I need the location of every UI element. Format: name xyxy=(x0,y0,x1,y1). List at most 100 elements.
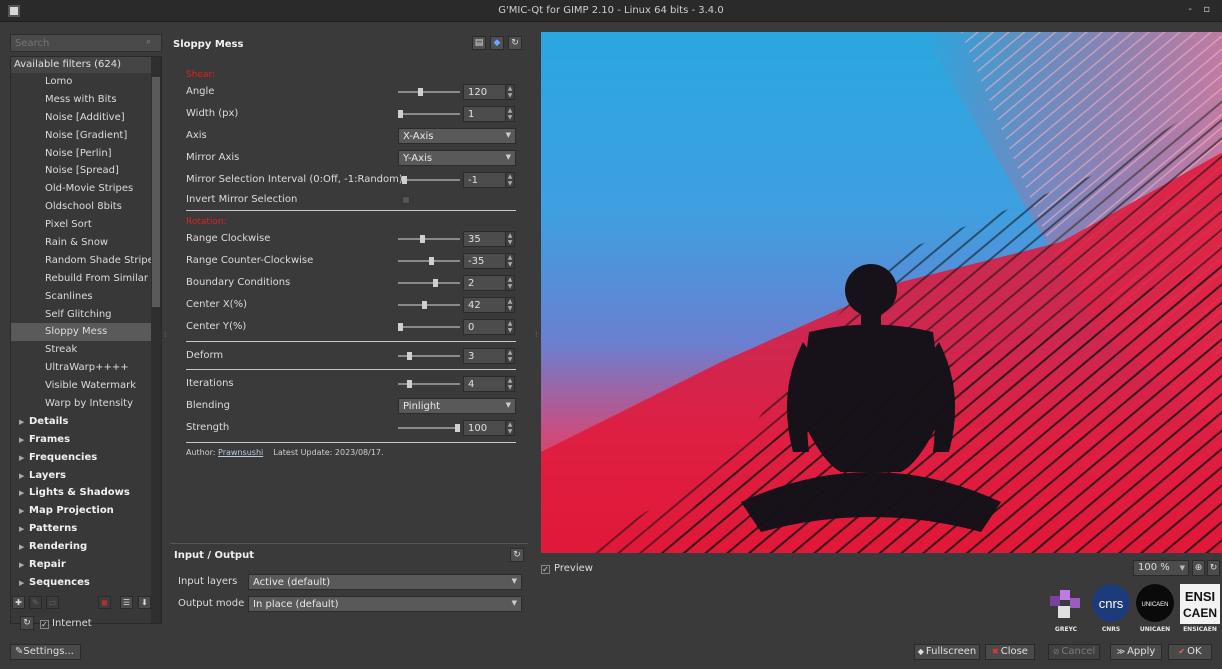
iterations-slider[interactable] xyxy=(398,380,460,388)
center-x-spinbox[interactable]: 42 ▲ ▼ xyxy=(463,297,515,313)
preview-checkbox[interactable]: ✓ xyxy=(541,565,550,574)
spin-value[interactable]: 120 xyxy=(468,87,487,98)
tree-item[interactable]: Lomo xyxy=(11,73,151,91)
chevron-right-icon[interactable]: ▶ xyxy=(19,575,29,593)
slider-knob[interactable] xyxy=(402,176,407,184)
spin-arrows[interactable]: ▲ ▼ xyxy=(505,85,514,99)
reset-icon[interactable]: ↻ xyxy=(508,36,522,50)
tree-category[interactable]: ▶ Frequencies xyxy=(11,449,161,467)
spin-value[interactable]: -1 xyxy=(468,175,478,186)
deform-slider[interactable] xyxy=(398,352,460,360)
iterations-spinbox[interactable]: 4 ▲ ▼ xyxy=(463,376,515,392)
invert-mirror-checkbox[interactable] xyxy=(402,196,410,204)
tree-category[interactable]: ▶ Lights & Shadows xyxy=(11,484,161,502)
tree-category[interactable]: ▶ Details xyxy=(11,413,161,431)
left-splitter[interactable]: ⁞ xyxy=(164,330,167,339)
tree-item[interactable]: Random Shade Stripes xyxy=(11,252,151,270)
tree-item[interactable]: Warp by Intensity xyxy=(11,395,151,413)
tree-item[interactable]: Scanlines xyxy=(11,288,151,306)
scrollbar-thumb[interactable] xyxy=(152,77,160,307)
internet-toggle[interactable]: ✓ Internet xyxy=(40,618,92,629)
slider-knob[interactable] xyxy=(398,110,403,118)
tree-category[interactable]: ▶ Repair xyxy=(11,556,161,574)
spin-value[interactable]: 4 xyxy=(468,379,474,390)
tree-item[interactable]: Noise [Gradient] xyxy=(11,127,151,145)
expand-collapse-icon[interactable]: ☰ xyxy=(120,596,133,609)
tree-item[interactable]: Visible Watermark xyxy=(11,377,151,395)
tree-item[interactable]: Noise [Spread] xyxy=(11,162,151,180)
zoom-dropdown[interactable]: 100 % ▼ xyxy=(1133,560,1189,576)
chevron-right-icon[interactable]: ▶ xyxy=(19,503,29,521)
right-splitter[interactable]: ⁞ xyxy=(535,330,538,339)
spin-value[interactable]: -35 xyxy=(468,256,484,267)
close-button[interactable]: ✖ Close xyxy=(985,644,1035,660)
tree-item[interactable]: Rebuild From Similar B xyxy=(11,270,151,288)
tree-item[interactable]: Sloppy Mess xyxy=(11,323,151,342)
slider-knob[interactable] xyxy=(455,424,460,432)
spin-value[interactable]: 42 xyxy=(468,300,481,311)
ok-button[interactable]: ✔ OK xyxy=(1168,644,1212,660)
rename-fave-icon[interactable]: ▭ xyxy=(46,596,59,609)
tree-category[interactable]: ▶ Patterns xyxy=(11,520,161,538)
slider-knob[interactable] xyxy=(398,323,403,331)
spin-arrows[interactable]: ▲ ▼ xyxy=(505,107,514,121)
tree-item[interactable]: Rain & Snow xyxy=(11,234,151,252)
spin-value[interactable]: 2 xyxy=(468,278,474,289)
width-slider[interactable] xyxy=(398,110,460,118)
tree-category[interactable]: ▶ Rendering xyxy=(11,538,161,556)
mirror-axis-dropdown[interactable]: Y-Axis ▼ xyxy=(398,150,516,166)
deform-spinbox[interactable]: 3 ▲ ▼ xyxy=(463,348,515,364)
tree-item[interactable]: Mess with Bits xyxy=(11,91,151,109)
search-icon[interactable]: ⌕ xyxy=(146,37,158,49)
remove-fave-icon[interactable]: ✎ xyxy=(29,596,42,609)
range-cw-spinbox[interactable]: 35 ▲ ▼ xyxy=(463,231,515,247)
spin-arrows[interactable]: ▲ ▼ xyxy=(505,320,514,334)
boundary-slider[interactable] xyxy=(398,279,460,287)
tree-item[interactable]: UltraWarp++++ xyxy=(11,359,151,377)
slider-knob[interactable] xyxy=(433,279,438,287)
chevron-right-icon[interactable]: ▶ xyxy=(19,450,29,468)
spin-value[interactable]: 3 xyxy=(468,351,474,362)
tree-item[interactable]: Self Glitching xyxy=(11,306,151,324)
apply-button[interactable]: ≫ Apply xyxy=(1110,644,1162,660)
copy-command-icon[interactable]: ▤ xyxy=(472,36,486,50)
spin-value[interactable]: 1 xyxy=(468,109,474,120)
zoom-in-icon[interactable]: ⊕ xyxy=(1192,560,1205,576)
tree-item[interactable]: Old-Movie Stripes xyxy=(11,180,151,198)
input-layers-dropdown[interactable]: Active (default) ▼ xyxy=(248,574,522,590)
spin-arrows[interactable]: ▲ ▼ xyxy=(505,276,514,290)
window-controls[interactable]: - ▫ xyxy=(1188,4,1214,15)
io-reset-icon[interactable]: ↻ xyxy=(510,548,524,562)
chevron-right-icon[interactable]: ▶ xyxy=(19,485,29,503)
chevron-right-icon[interactable]: ▶ xyxy=(19,539,29,557)
center-y-spinbox[interactable]: 0 ▲ ▼ xyxy=(463,319,515,335)
add-fave-icon[interactable]: ✚ xyxy=(12,596,25,609)
internet-checkbox[interactable]: ✓ xyxy=(40,620,49,629)
cancel-button[interactable]: ⊘ Cancel xyxy=(1048,644,1100,660)
angle-slider[interactable] xyxy=(398,88,460,96)
visibility-icon[interactable]: ◼ xyxy=(98,596,111,609)
settings-button[interactable]: ✎Settings... xyxy=(10,644,81,660)
angle-spinbox[interactable]: 120 ▲ ▼ xyxy=(463,84,515,100)
spin-arrows[interactable]: ▲ ▼ xyxy=(505,232,514,246)
tree-category[interactable]: ▶ Frames xyxy=(11,431,161,449)
mirror-interval-slider[interactable] xyxy=(402,176,460,184)
tree-item[interactable]: Noise [Additive] xyxy=(11,109,151,127)
preview-image[interactable] xyxy=(541,32,1222,553)
spin-arrows[interactable]: ▲ ▼ xyxy=(505,173,514,187)
range-ccw-slider[interactable] xyxy=(398,257,460,265)
spin-value[interactable]: 35 xyxy=(468,234,481,245)
boundary-spinbox[interactable]: 2 ▲ ▼ xyxy=(463,275,515,291)
spin-arrows[interactable]: ▲ ▼ xyxy=(505,377,514,391)
slider-knob[interactable] xyxy=(422,301,427,309)
mirror-interval-spinbox[interactable]: -1 ▲ ▼ xyxy=(463,172,515,188)
randomize-icon[interactable]: ◆ xyxy=(490,36,504,50)
blending-dropdown[interactable]: Pinlight ▼ xyxy=(398,398,516,414)
chevron-right-icon[interactable]: ▶ xyxy=(19,414,29,432)
tree-header[interactable]: Available filters (624) xyxy=(11,57,161,73)
refresh-filters-icon[interactable]: ↻ xyxy=(20,616,34,630)
strength-slider[interactable] xyxy=(398,424,460,432)
range-cw-slider[interactable] xyxy=(398,235,460,243)
chevron-right-icon[interactable]: ▶ xyxy=(19,468,29,486)
spin-value[interactable]: 0 xyxy=(468,322,474,333)
